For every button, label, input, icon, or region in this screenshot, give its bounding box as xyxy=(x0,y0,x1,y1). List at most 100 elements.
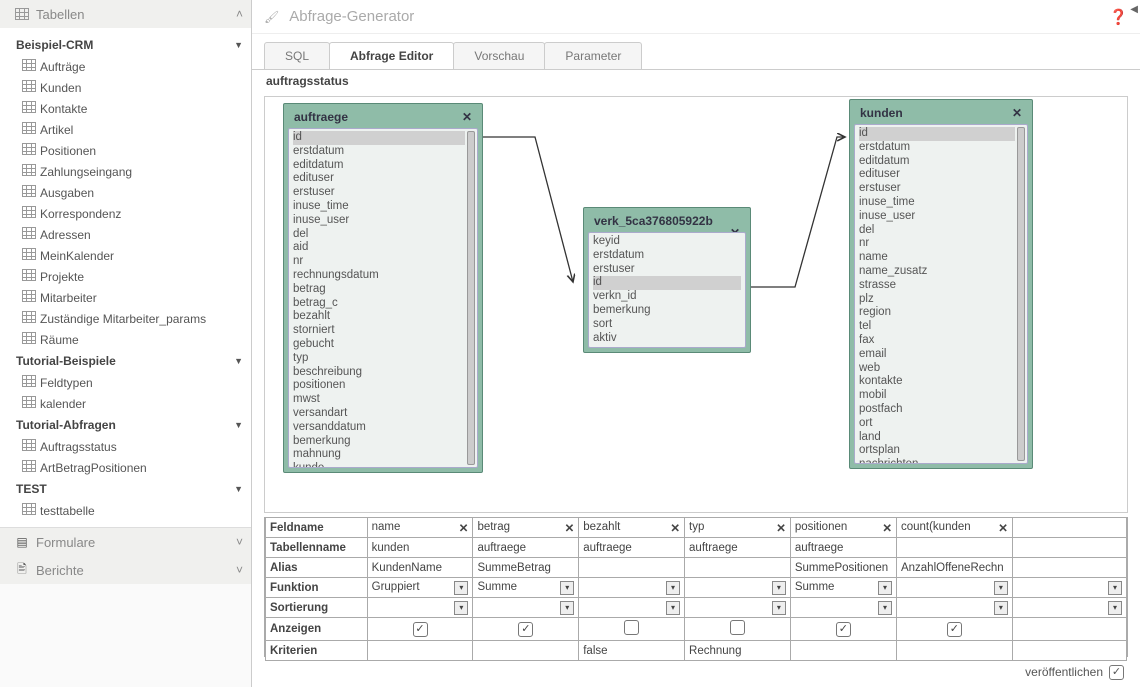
grid-cell[interactable]: KundenName xyxy=(367,558,473,578)
field-item[interactable]: ort xyxy=(859,417,1015,431)
grid-cell[interactable] xyxy=(1012,538,1126,558)
grid-cell[interactable]: Summe▾ xyxy=(473,578,579,598)
field-item[interactable]: land xyxy=(859,431,1015,445)
sidebar-item[interactable]: Kontakte xyxy=(12,98,247,119)
sidebar-section-tabellen[interactable]: Tabellen ˄ xyxy=(0,0,251,28)
field-item[interactable]: plz xyxy=(859,293,1015,307)
sidebar-item[interactable]: Zuständige Mitarbeiter_params xyxy=(12,308,247,329)
grid-cell[interactable]: SummePositionen xyxy=(790,558,896,578)
grid-cell[interactable] xyxy=(1012,558,1126,578)
dropdown-icon[interactable]: ▾ xyxy=(666,601,680,615)
field-item[interactable]: versanddatum xyxy=(293,421,465,435)
grid-cell[interactable]: betrag✕ xyxy=(473,518,579,538)
field-item[interactable]: fax xyxy=(859,334,1015,348)
field-item[interactable]: aid xyxy=(293,241,465,255)
grid-cell[interactable]: ▾ xyxy=(579,598,685,618)
grid-cell[interactable]: auftraege xyxy=(473,538,579,558)
show-checkbox[interactable]: ✓ xyxy=(518,622,533,637)
sidebar-item[interactable]: Positionen xyxy=(12,140,247,161)
show-checkbox[interactable] xyxy=(624,620,639,635)
remove-column-icon[interactable]: ✕ xyxy=(998,521,1008,535)
field-item[interactable]: mwst xyxy=(293,393,465,407)
field-item[interactable]: erstdatum xyxy=(293,145,465,159)
grid-cell[interactable]: auftraege xyxy=(579,538,685,558)
tablebox-fields[interactable]: iderstdatumeditdatumeditusererstuserinus… xyxy=(854,124,1028,464)
field-item[interactable]: kontakte xyxy=(859,375,1015,389)
grid-cell[interactable]: ▾ xyxy=(579,578,685,598)
field-item[interactable]: verkn_id xyxy=(593,290,741,304)
publish-checkbox[interactable]: ✓ xyxy=(1109,665,1124,680)
field-item[interactable]: id xyxy=(293,131,465,145)
dropdown-icon[interactable]: ▾ xyxy=(1108,601,1122,615)
show-checkbox[interactable]: ✓ xyxy=(836,622,851,637)
grid-cell[interactable]: SummeBetrag xyxy=(473,558,579,578)
grid-cell[interactable] xyxy=(1012,518,1126,538)
show-checkbox[interactable]: ✓ xyxy=(413,622,428,637)
field-item[interactable]: strasse xyxy=(859,279,1015,293)
sidebar-item[interactable]: Räume xyxy=(12,329,247,350)
field-item[interactable]: inuse_user xyxy=(293,214,465,228)
field-item[interactable]: editdatum xyxy=(859,155,1015,169)
tablebox-fields[interactable]: keyiderstdatumerstuseridverkn_idbemerkun… xyxy=(588,232,746,348)
grid-cell[interactable]: ▾ xyxy=(685,598,791,618)
field-item[interactable]: betrag xyxy=(293,283,465,297)
remove-column-icon[interactable]: ✕ xyxy=(776,521,786,535)
dropdown-icon[interactable]: ▾ xyxy=(560,581,574,595)
grid-cell[interactable]: ▾ xyxy=(790,598,896,618)
grid-cell[interactable]: ✓ xyxy=(473,618,579,641)
field-item[interactable]: positionen xyxy=(293,379,465,393)
field-item[interactable]: inuse_user xyxy=(859,210,1015,224)
grid-cell[interactable] xyxy=(579,558,685,578)
sidebar-item[interactable]: Kunden xyxy=(12,77,247,98)
sidebar-item[interactable]: Ausgaben xyxy=(12,182,247,203)
tab-vorschau[interactable]: Vorschau xyxy=(453,42,545,69)
grid-cell[interactable] xyxy=(579,618,685,641)
grid-cell[interactable]: ▾ xyxy=(1012,578,1126,598)
tree-group-header[interactable]: Tutorial-Abfragen▼ xyxy=(12,414,247,436)
dropdown-icon[interactable]: ▾ xyxy=(454,601,468,615)
dropdown-icon[interactable]: ▾ xyxy=(454,581,468,595)
grid-cell[interactable]: kunden xyxy=(367,538,473,558)
remove-column-icon[interactable]: ✕ xyxy=(459,521,469,535)
field-item[interactable]: keyid xyxy=(593,235,741,249)
field-item[interactable]: ortsplan xyxy=(859,444,1015,458)
sidebar-item[interactable]: Feldtypen xyxy=(12,372,247,393)
field-item[interactable]: typ xyxy=(293,352,465,366)
grid-cell[interactable] xyxy=(1012,618,1126,641)
field-item[interactable]: aktiv xyxy=(593,332,741,346)
grid-cell[interactable]: ▾ xyxy=(367,598,473,618)
field-item[interactable]: erstuser xyxy=(293,186,465,200)
field-item[interactable]: versandart xyxy=(293,407,465,421)
dropdown-icon[interactable]: ▾ xyxy=(1108,581,1122,595)
field-item[interactable]: region xyxy=(859,306,1015,320)
grid-cell[interactable]: Summe▾ xyxy=(790,578,896,598)
sidebar-item[interactable]: ArtBetragPositionen xyxy=(12,457,247,478)
grid-cell[interactable]: typ✕ xyxy=(685,518,791,538)
dropdown-icon[interactable]: ▾ xyxy=(772,581,786,595)
grid-cell[interactable]: ✓ xyxy=(367,618,473,641)
grid-cell[interactable]: bezahlt✕ xyxy=(579,518,685,538)
field-item[interactable]: nr xyxy=(859,237,1015,251)
grid-cell[interactable]: ▾ xyxy=(473,598,579,618)
tab-sql[interactable]: SQL xyxy=(264,42,330,69)
sidebar-item[interactable]: MeinKalender xyxy=(12,245,247,266)
show-checkbox[interactable]: ✓ xyxy=(947,622,962,637)
field-item[interactable]: del xyxy=(293,228,465,242)
dropdown-icon[interactable]: ▾ xyxy=(878,601,892,615)
sidebar-item[interactable]: Projekte xyxy=(12,266,247,287)
grid-cell[interactable]: ✓ xyxy=(790,618,896,641)
sidebar-item[interactable]: Korrespondenz xyxy=(12,203,247,224)
field-item[interactable]: bemerkung xyxy=(293,435,465,449)
tablebox-auftraege[interactable]: auftraege ✕ iderstdatumeditdatumedituser… xyxy=(283,103,483,473)
sidebar-item[interactable]: testtabelle xyxy=(12,500,247,521)
sidebar-item[interactable]: kalender xyxy=(12,393,247,414)
grid-cell[interactable]: name✕ xyxy=(367,518,473,538)
field-item[interactable]: erstdatum xyxy=(859,141,1015,155)
grid-cell[interactable]: ▾ xyxy=(896,598,1012,618)
sidebar-item[interactable]: Aufträge xyxy=(12,56,247,77)
sidebar-section-berichte[interactable]: 🖹 Berichte ˅ xyxy=(0,556,251,584)
remove-column-icon[interactable]: ✕ xyxy=(565,521,575,535)
scrollbar[interactable] xyxy=(1017,127,1025,461)
dropdown-icon[interactable]: ▾ xyxy=(994,581,1008,595)
field-item[interactable]: betrag_c xyxy=(293,297,465,311)
